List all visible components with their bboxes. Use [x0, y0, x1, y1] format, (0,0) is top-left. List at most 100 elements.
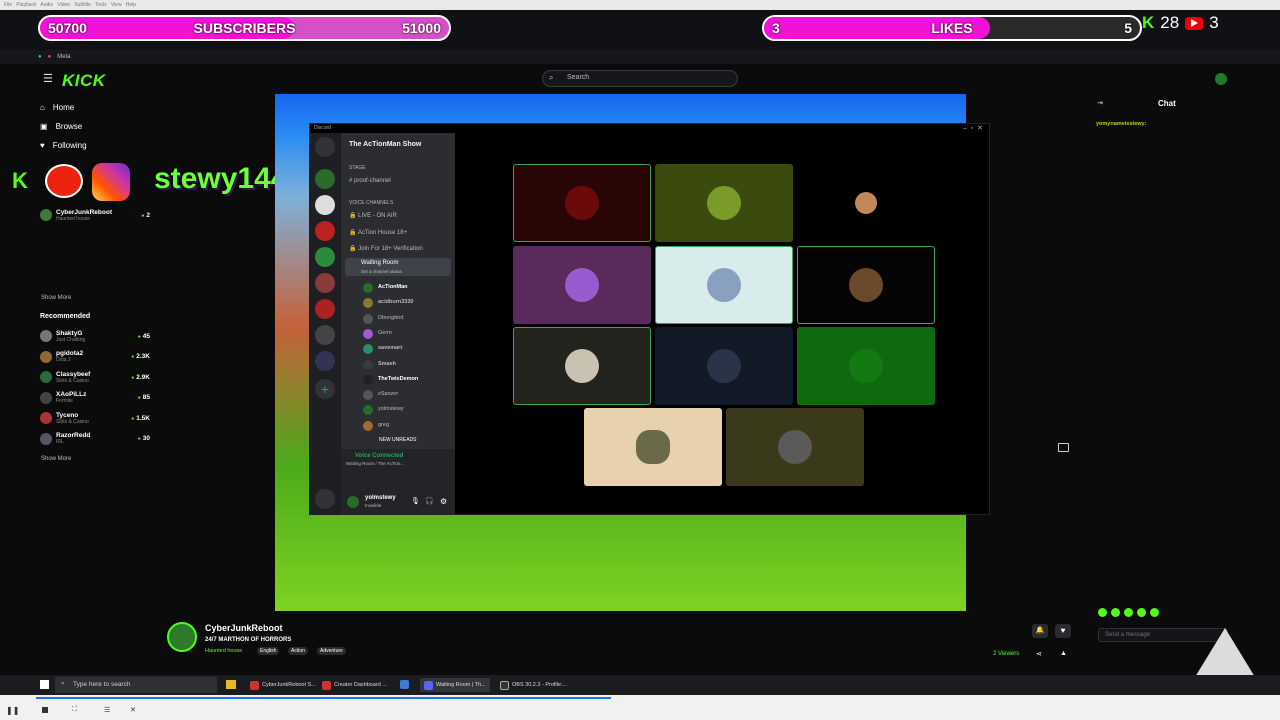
hamburger-icon[interactable]: ☰ — [43, 72, 53, 85]
headphones-icon[interactable]: 🎧 — [425, 497, 434, 505]
show-more-following[interactable]: Show More — [41, 295, 71, 301]
channel-live[interactable]: 🔒 LIVE - ON AIR — [349, 212, 397, 219]
member-avatar[interactable] — [363, 298, 373, 309]
stream-category[interactable]: Haunted house — [205, 648, 242, 654]
tag[interactable]: Adventure — [317, 647, 346, 655]
voice-member[interactable]: Dbongbird — [378, 315, 403, 321]
pause-icon[interactable]: ❚❚ — [6, 706, 19, 715]
member-avatar[interactable] — [363, 420, 373, 431]
video-tile[interactable] — [655, 327, 793, 405]
video-tile[interactable] — [513, 164, 651, 242]
voice-member[interactable]: savemart — [378, 345, 402, 351]
fullscreen-icon[interactable]: ⛶ — [72, 706, 77, 714]
voice-member[interactable]: greg — [378, 422, 389, 428]
tag[interactable]: Action — [288, 647, 308, 655]
windows-start-icon[interactable] — [40, 680, 49, 689]
bookmark-icon[interactable]: ● — [38, 54, 42, 60]
voice-member[interactable]: xSanzer — [378, 391, 398, 397]
more-icon[interactable]: ▲ — [1060, 650, 1067, 657]
streamer-name[interactable]: CyberJunkReboot — [205, 623, 283, 633]
server-icon[interactable] — [315, 325, 335, 345]
member-avatar[interactable] — [363, 313, 373, 324]
expand-icon[interactable] — [1058, 443, 1069, 452]
emote-icon[interactable] — [1111, 608, 1120, 617]
notify-bell-icon[interactable]: 🔔 — [1032, 624, 1048, 638]
member-avatar[interactable] — [363, 405, 373, 416]
video-tile[interactable] — [513, 246, 651, 324]
server-icon[interactable] — [315, 195, 335, 215]
voice-member[interactable]: AcTionMan — [378, 284, 408, 290]
video-tile[interactable] — [655, 246, 793, 324]
member-avatar[interactable] — [363, 359, 373, 370]
emote-icon[interactable] — [1150, 608, 1159, 617]
emote-icon[interactable] — [1124, 608, 1133, 617]
member-avatar[interactable] — [363, 283, 373, 293]
emote-icon[interactable] — [1137, 608, 1146, 617]
voice-member[interactable]: TheTwixDemon — [378, 376, 418, 382]
new-unreads[interactable]: NEW UNREADS — [379, 437, 417, 443]
user-avatar[interactable] — [1215, 73, 1227, 85]
tag[interactable]: English — [257, 647, 280, 655]
settings-icon[interactable]: ⚙ — [440, 497, 447, 506]
server-icon[interactable] — [315, 351, 335, 371]
server-icon[interactable] — [315, 247, 335, 267]
collapse-chat-icon[interactable]: ⇥ — [1097, 99, 1103, 107]
server-icon[interactable] — [315, 221, 335, 241]
member-avatar[interactable] — [363, 328, 373, 339]
discord-home-icon[interactable] — [315, 137, 335, 157]
show-more-recommended[interactable]: Show More — [41, 456, 71, 462]
discover-icon[interactable] — [315, 489, 335, 509]
video-tile[interactable] — [726, 408, 864, 486]
emote-icon[interactable] — [1098, 608, 1107, 617]
taskbar-item[interactable]: Creator Dashboard ... — [318, 678, 391, 692]
nav-browse[interactable]: ▣ Browse — [40, 122, 82, 131]
recommended-channel[interactable]: XAoPiLLzFortnite 85 — [40, 388, 150, 408]
shuffle-icon[interactable]: ✕ — [130, 706, 136, 714]
window-controls[interactable]: – ▫ ✕ — [963, 124, 983, 132]
video-tile[interactable] — [797, 327, 935, 405]
mic-icon[interactable]: 🎙 — [411, 497, 420, 505]
search-input[interactable]: ⌕ Search — [542, 70, 738, 87]
bookmark-meta[interactable]: Meta — [57, 54, 70, 60]
member-avatar[interactable] — [363, 374, 373, 385]
pin-icon[interactable] — [400, 680, 409, 689]
recommended-channel[interactable]: ShaktyGJust Chatting 45 — [40, 326, 150, 346]
share-icon[interactable]: ⋖ — [1036, 650, 1042, 658]
file-explorer-icon[interactable] — [226, 680, 236, 689]
server-icon[interactable] — [315, 273, 335, 293]
taskbar-item[interactable]: CyberJunkReboot S... — [246, 678, 320, 692]
server-name[interactable]: The AcTionMan Show — [349, 141, 421, 148]
member-avatar[interactable] — [363, 390, 373, 401]
playback-progress[interactable] — [36, 697, 611, 699]
recommended-channel[interactable]: ClassybeefSlots & Casino 2.9K — [40, 367, 150, 387]
taskbar-item[interactable]: OBS 30.2.3 - Profile:... — [496, 678, 571, 692]
chat-message-user[interactable]: yomynameisstewy: — [1096, 121, 1146, 127]
taskbar-item[interactable]: Waiting Room | Th... — [420, 678, 490, 692]
member-avatar[interactable] — [363, 344, 373, 355]
following-channel[interactable]: CyberJunkRebootHaunted house 2 — [40, 205, 150, 225]
bookmark-icon[interactable]: ● — [48, 54, 52, 60]
stop-icon[interactable] — [42, 707, 48, 713]
recommended-channel[interactable]: TycenoSlots & Casino 1.5K — [40, 408, 150, 428]
voice-member[interactable]: Smash — [378, 361, 396, 367]
video-tile[interactable] — [797, 246, 935, 324]
playlist-icon[interactable]: ☰ — [104, 706, 110, 714]
nav-home[interactable]: ⌂ Home — [40, 103, 74, 112]
streamer-avatar[interactable] — [167, 622, 197, 652]
voice-member[interactable]: acidburn3330 — [378, 299, 413, 305]
add-server-icon[interactable]: + — [315, 379, 335, 399]
voice-member[interactable]: yolmstewy — [378, 406, 404, 412]
taskbar-search[interactable]: ⌕ Type here to search — [55, 677, 217, 693]
user-avatar-discord[interactable] — [347, 496, 359, 508]
server-icon[interactable] — [315, 299, 335, 319]
server-icon[interactable] — [315, 169, 335, 189]
nav-following[interactable]: ♥ Following — [40, 141, 87, 150]
kick-logo[interactable]: KICK — [62, 71, 106, 91]
channel-verification[interactable]: 🔒 Join For 18+ Verification — [349, 245, 423, 252]
video-tile[interactable] — [655, 164, 793, 242]
recommended-channel[interactable]: RazorReddIRL 30 — [40, 429, 150, 449]
video-tile[interactable] — [584, 408, 722, 486]
video-tile[interactable] — [513, 327, 651, 405]
video-tile[interactable] — [797, 164, 935, 242]
channel-action-house[interactable]: 🔒 AcTion House 18+ — [349, 229, 407, 236]
